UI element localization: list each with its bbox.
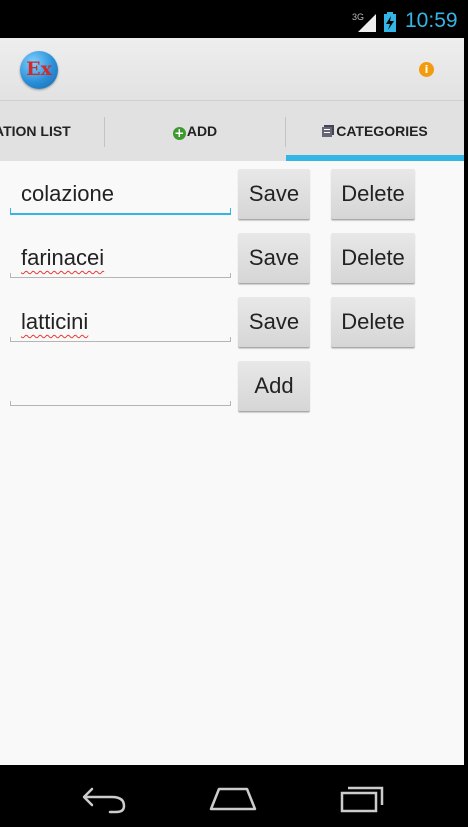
category-name-field[interactable]: latticini (10, 297, 231, 342)
category-name-field[interactable]: colazione (10, 169, 231, 215)
save-button[interactable]: Save (238, 233, 310, 284)
screen-edge (464, 38, 468, 765)
category-name-field[interactable]: farinacei (10, 233, 231, 278)
category-name-value: latticini (21, 309, 89, 334)
status-bar: 3G 10:59 (0, 0, 468, 38)
new-category-row: Add (0, 361, 464, 413)
save-button[interactable]: Save (238, 169, 310, 220)
info-icon[interactable]: i (419, 62, 434, 77)
tab-bar: ATION LIST + ADD CATEGORIES (0, 100, 464, 161)
tab-categories[interactable]: CATEGORIES (286, 101, 464, 161)
app-logo-text: Ex (26, 58, 52, 80)
delete-button[interactable]: Delete (331, 297, 415, 348)
tab-categories-label: CATEGORIES (336, 123, 428, 139)
recent-apps-icon[interactable] (338, 779, 386, 815)
tab-add[interactable]: + ADD (105, 101, 285, 161)
selected-tab-indicator (286, 155, 464, 161)
navigation-bar (0, 765, 468, 827)
tab-ration-list-label: ATION LIST (0, 123, 71, 139)
signal-icon (358, 14, 376, 32)
home-icon[interactable] (209, 779, 257, 815)
save-button[interactable]: Save (238, 297, 310, 348)
app-screen: Ex i ATION LIST + ADD CATEGORIES colazion… (0, 38, 464, 765)
category-row: farinacei Save Delete (0, 233, 464, 285)
tab-add-label: ADD (186, 123, 218, 139)
new-category-field[interactable] (10, 361, 231, 406)
delete-button[interactable]: Delete (331, 169, 415, 220)
back-icon[interactable] (80, 779, 128, 815)
action-bar: Ex i (0, 38, 464, 100)
delete-button[interactable]: Delete (331, 233, 415, 284)
tab-ration-list[interactable]: ATION LIST (0, 101, 104, 161)
plus-circle-icon: + (172, 126, 186, 140)
category-row: latticini Save Delete (0, 297, 464, 349)
category-row: colazione Save Delete (0, 169, 464, 221)
category-name-value: farinacei (21, 245, 105, 270)
app-logo[interactable]: Ex (20, 51, 58, 89)
categories-icon (322, 125, 335, 137)
add-button[interactable]: Add (238, 361, 310, 412)
category-name-value: colazione (21, 181, 114, 206)
battery-charging-icon (384, 12, 396, 32)
clock: 10:59 (405, 9, 458, 32)
